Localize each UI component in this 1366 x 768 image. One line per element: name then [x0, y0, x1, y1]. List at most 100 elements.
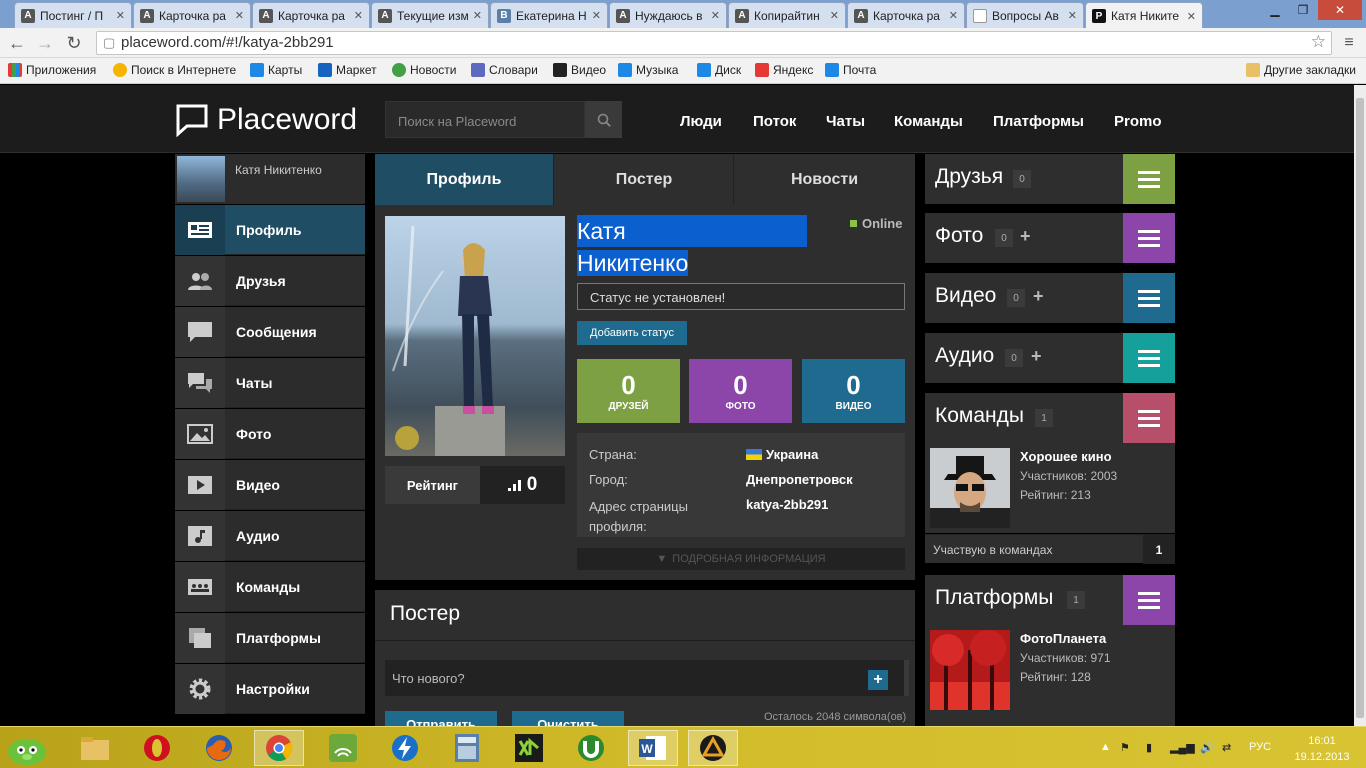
- nav-chats[interactable]: Чаты: [826, 113, 865, 130]
- scrollbar-thumb[interactable]: [1356, 98, 1364, 718]
- close-icon[interactable]: ✕: [830, 9, 839, 22]
- close-icon[interactable]: ✕: [1187, 10, 1196, 23]
- site-search-input[interactable]: Поиск на Placeword: [385, 101, 585, 138]
- browser-tab[interactable]: A Постинг / П ✕: [14, 2, 132, 28]
- block-title[interactable]: Видео: [935, 284, 996, 308]
- bookmark-item[interactable]: Почта: [825, 63, 876, 77]
- utorrent-icon[interactable]: [566, 730, 616, 766]
- media-player-icon[interactable]: [688, 730, 738, 766]
- nav-teams[interactable]: Команды: [894, 113, 963, 130]
- bookmark-item[interactable]: Словари: [471, 63, 538, 77]
- sync-icon[interactable]: ⇄: [1222, 741, 1231, 754]
- minimize-icon[interactable]: ▁: [1262, 0, 1288, 20]
- block-title[interactable]: Платформы: [935, 586, 1053, 610]
- flag-icon[interactable]: ⚑: [1120, 741, 1130, 754]
- platform-image[interactable]: [930, 630, 1010, 710]
- browser-tab[interactable]: A Карточка ра ✕: [252, 2, 370, 28]
- sidebar-item-friends[interactable]: Друзья: [175, 255, 365, 306]
- bookmark-item[interactable]: Поиск в Интернете: [113, 63, 236, 77]
- sidebar-item-chats[interactable]: Чаты: [175, 357, 365, 408]
- bookmark-item[interactable]: Маркет: [318, 63, 377, 77]
- menu-lines-icon[interactable]: [1123, 575, 1175, 625]
- sidebar-user[interactable]: Катя Никитенко: [175, 154, 365, 204]
- friends-counter[interactable]: 0 ДРУЗЕЙ: [577, 359, 680, 423]
- block-title[interactable]: Аудио: [935, 344, 994, 368]
- menu-lines-icon[interactable]: [1123, 333, 1175, 383]
- close-icon[interactable]: ✕: [949, 9, 958, 22]
- dark-app-icon[interactable]: [504, 730, 554, 766]
- reload-icon[interactable]: ↻: [63, 33, 85, 53]
- browser-tab[interactable]: A Текущие изм ✕: [371, 2, 489, 28]
- member-of-teams[interactable]: Участвую в командах 1: [925, 534, 1175, 564]
- sidebar-item-settings[interactable]: Настройки: [175, 663, 365, 714]
- word-icon[interactable]: W: [628, 730, 678, 766]
- battery-icon[interactable]: ▮: [1146, 741, 1152, 754]
- opera-icon[interactable]: [132, 730, 182, 766]
- menu-lines-icon[interactable]: [1123, 154, 1175, 204]
- close-icon[interactable]: ✕: [116, 9, 125, 22]
- attach-plus-button[interactable]: +: [868, 670, 888, 690]
- tab-profile[interactable]: Профиль: [375, 154, 554, 205]
- plus-icon[interactable]: +: [1020, 226, 1031, 247]
- star-icon[interactable]: ☆: [1311, 32, 1326, 52]
- nav-stream[interactable]: Поток: [753, 113, 796, 130]
- video-counter[interactable]: 0 ВИДЕО: [802, 359, 905, 423]
- nav-people[interactable]: Люди: [680, 113, 722, 130]
- sidebar-item-messages[interactable]: Сообщения: [175, 306, 365, 357]
- clear-button[interactable]: Очистить: [512, 711, 624, 726]
- sidebar-item-audio[interactable]: Аудио: [175, 510, 365, 561]
- address-bar[interactable]: ▢ placeword.com/#!/katya-2bb291 ☆: [96, 31, 1332, 55]
- forward-icon[interactable]: →: [34, 33, 56, 53]
- file-explorer-icon[interactable]: [70, 730, 120, 766]
- browser-tab[interactable]: A Нуждаюсь в ✕: [609, 2, 727, 28]
- platform-name[interactable]: ФотоПланета: [1020, 631, 1106, 646]
- browser-tab[interactable]: Вопросы Ав ✕: [966, 2, 1084, 28]
- search-button[interactable]: [585, 101, 622, 138]
- sidebar-item-video[interactable]: Видео: [175, 459, 365, 510]
- window-close-icon[interactable]: ✕: [1318, 0, 1362, 20]
- team-name[interactable]: Хорошее кино: [1020, 449, 1112, 464]
- chrome-icon[interactable]: [254, 730, 304, 766]
- other-bookmarks[interactable]: Другие закладки: [1246, 63, 1356, 77]
- back-icon[interactable]: ←: [6, 33, 28, 53]
- bookmark-item[interactable]: Новости: [392, 63, 456, 77]
- network-icon[interactable]: ▂▄▆: [1170, 741, 1195, 754]
- menu-icon[interactable]: ≡: [1338, 33, 1360, 53]
- plus-icon[interactable]: +: [1031, 346, 1042, 367]
- tab-poster[interactable]: Постер: [555, 154, 734, 205]
- sidebar-item-profile[interactable]: Профиль: [175, 204, 365, 255]
- close-icon[interactable]: ✕: [711, 9, 720, 22]
- avatar[interactable]: [177, 156, 225, 202]
- site-logo[interactable]: Placeword: [175, 103, 357, 137]
- nav-promo[interactable]: Promo: [1114, 113, 1162, 130]
- tray-arrow-icon[interactable]: ▲: [1100, 741, 1111, 753]
- wifi-app-icon[interactable]: [318, 730, 368, 766]
- browser-tab[interactable]: A Карточка ра ✕: [133, 2, 251, 28]
- bookmark-item[interactable]: Яндекс: [755, 63, 813, 77]
- browser-tab-active[interactable]: P Катя Никите ✕: [1085, 2, 1203, 29]
- volume-icon[interactable]: 🔊: [1200, 741, 1214, 754]
- bookmark-item[interactable]: Диск: [697, 63, 741, 77]
- block-title[interactable]: Команды: [935, 404, 1024, 428]
- browser-tab[interactable]: A Карточка ра ✕: [847, 2, 965, 28]
- photo-counter[interactable]: 0 ФОТО: [689, 359, 792, 423]
- nav-platforms[interactable]: Платформы: [993, 113, 1084, 130]
- sidebar-item-photo[interactable]: Фото: [175, 408, 365, 459]
- close-icon[interactable]: ✕: [592, 9, 601, 22]
- firefox-icon[interactable]: [194, 730, 244, 766]
- profile-photo[interactable]: [385, 216, 565, 456]
- bookmark-item[interactable]: Видео: [553, 63, 606, 77]
- sidebar-item-teams[interactable]: Команды: [175, 561, 365, 612]
- tab-news[interactable]: Новости: [735, 154, 914, 205]
- add-status-button[interactable]: Добавить статус: [577, 321, 687, 345]
- more-info-toggle[interactable]: ▼ ПОДРОБНАЯ ИНФОРМАЦИЯ: [577, 548, 905, 570]
- bookmark-item[interactable]: Музыка: [618, 63, 678, 77]
- close-icon[interactable]: ✕: [473, 9, 482, 22]
- system-clock[interactable]: 16:01 19.12.2013: [1292, 733, 1352, 765]
- start-button[interactable]: [2, 730, 52, 766]
- close-icon[interactable]: ✕: [1068, 9, 1077, 22]
- menu-lines-icon[interactable]: [1123, 273, 1175, 323]
- bookmark-item[interactable]: Карты: [250, 63, 302, 77]
- plus-icon[interactable]: +: [1033, 286, 1044, 307]
- browser-tab[interactable]: A Копирайтин ✕: [728, 2, 846, 28]
